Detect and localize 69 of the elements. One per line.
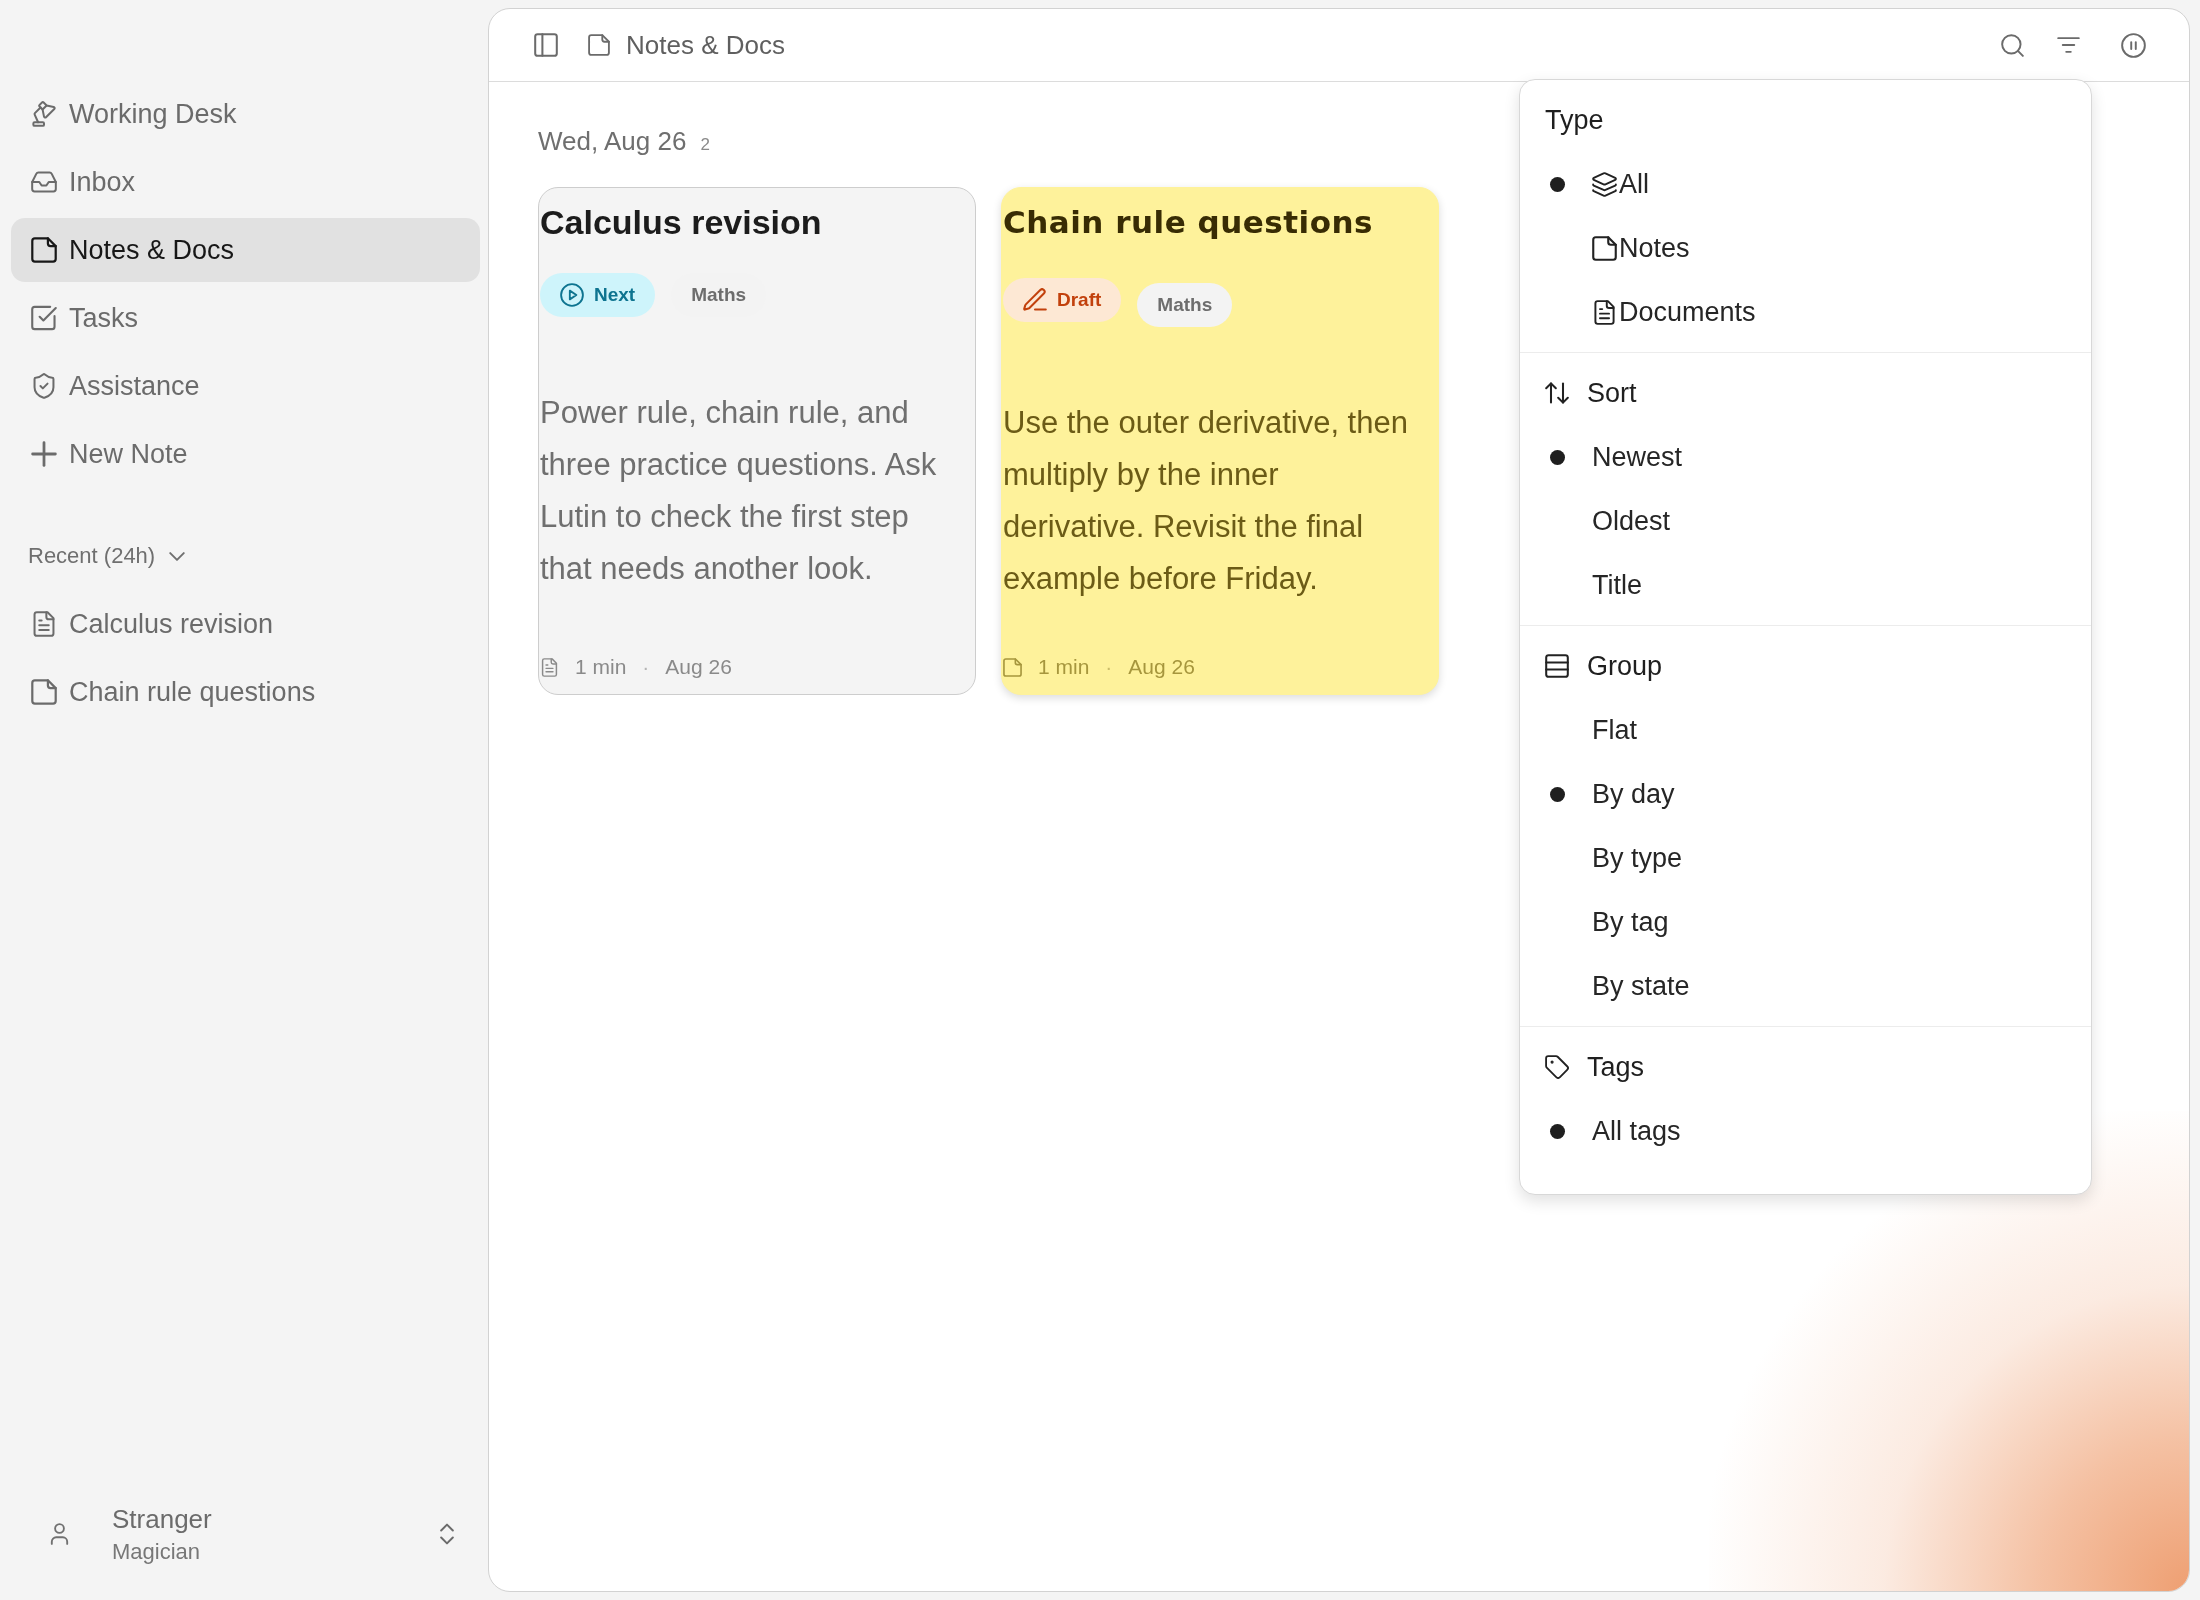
menu-option[interactable]: Flat — [1520, 698, 2091, 762]
rows-icon — [1545, 654, 1569, 678]
sidebar-item[interactable]: New Note — [11, 422, 480, 486]
menu-option[interactable]: By state — [1520, 954, 2091, 1018]
note-icon — [1003, 657, 1022, 677]
recent-item[interactable]: Calculus revision — [11, 592, 480, 656]
tag-icon — [1545, 1055, 1569, 1079]
menu-section-title: Sort — [1587, 377, 1637, 409]
plus-icon — [31, 441, 57, 467]
menu-section-title: Group — [1587, 650, 1663, 682]
sidebar-item[interactable]: Notes & Docs — [11, 218, 480, 282]
document-icon — [540, 657, 559, 677]
sidebar-item[interactable]: Tasks — [11, 286, 480, 350]
pencil-icon — [1023, 288, 1047, 312]
menu-section-title: Type — [1545, 104, 1604, 136]
topic-tag: Maths — [1137, 283, 1233, 327]
user-profile-button[interactable]: Stranger Magician — [11, 1492, 480, 1576]
pause-icon[interactable] — [2121, 32, 2146, 58]
filter-icon[interactable] — [2057, 37, 2080, 53]
separator-dot: · — [1105, 655, 1113, 679]
read-time: 1 min — [575, 655, 627, 679]
menu-option[interactable]: All — [1520, 152, 2091, 216]
document-icon — [1592, 299, 1617, 325]
note-icon — [31, 237, 57, 263]
sidebar-item[interactable]: Assistance — [11, 354, 480, 418]
menu-option[interactable]: Title — [1520, 553, 2091, 617]
menu-option[interactable]: Oldest — [1520, 489, 2091, 553]
status-label: Next — [594, 284, 636, 306]
checkbox-icon — [31, 305, 57, 331]
status-label: Draft — [1057, 289, 1102, 311]
menu-section-title: Tags — [1587, 1051, 1645, 1083]
card-title: Chain rule questions — [1003, 203, 1375, 242]
note-card[interactable]: Chain rule questions Draft Maths Use the outer derivative, then multiply by the inner derivative. Revisit the final example before Friday. 1 min · Aug 26 — [1001, 187, 1439, 695]
menu-option[interactable]: Notes — [1520, 216, 2091, 280]
page-title: Notes & Docs — [626, 29, 785, 61]
inbox-icon — [31, 169, 57, 195]
sort-arrows-icon — [1545, 381, 1569, 405]
card-date: Aug 26 — [665, 655, 732, 679]
item-count: 2 — [700, 135, 710, 155]
play-circle-icon — [560, 283, 584, 307]
day-heading: Wed, Aug 26 — [538, 126, 687, 157]
chevron-up-down-icon — [440, 1523, 454, 1545]
document-icon — [31, 611, 57, 637]
card-text: Use the outer derivative, then multiply by the inner derivative. Revisit the final example before Friday. — [1003, 404, 1409, 598]
menu-option[interactable]: By type — [1520, 826, 2091, 890]
recent-item[interactable]: Chain rule questions — [11, 660, 480, 724]
menu-option[interactable]: By day — [1520, 762, 2091, 826]
note-icon — [588, 34, 610, 56]
shield-check-icon — [31, 373, 57, 399]
desk-lamp-icon — [31, 101, 57, 127]
person-icon — [50, 1523, 69, 1545]
menu-option[interactable]: Documents — [1520, 280, 2091, 344]
layers-icon — [1592, 171, 1617, 197]
read-time: 1 min — [1038, 655, 1090, 679]
note-icon — [1592, 235, 1617, 261]
card-text: Power rule, chain rule, and three practice questions. Ask Lutin to check the first step that needs another look. — [540, 394, 938, 588]
document-card[interactable]: Calculus revision Next Maths Power rule, chain rule, and three practice questions. Ask Lutin to check the first step that needs another look. 1 min · Aug 26 — [538, 187, 976, 695]
card-title: Calculus revision — [540, 202, 823, 243]
sidebar-toggle-icon[interactable] — [534, 33, 558, 57]
card-date: Aug 26 — [1128, 655, 1195, 679]
menu-option[interactable]: Newest — [1520, 425, 2091, 489]
menu-option[interactable]: All tags — [1520, 1099, 2091, 1163]
separator-dot: · — [642, 655, 650, 679]
recent-section-toggle[interactable]: Recent (24h) — [28, 538, 186, 574]
menu-option[interactable]: By tag — [1520, 890, 2091, 954]
sidebar-item[interactable]: Working Desk — [11, 82, 480, 146]
note-icon — [31, 679, 57, 705]
search-icon[interactable] — [2001, 33, 2024, 57]
sidebar-item[interactable]: Inbox — [11, 150, 480, 214]
